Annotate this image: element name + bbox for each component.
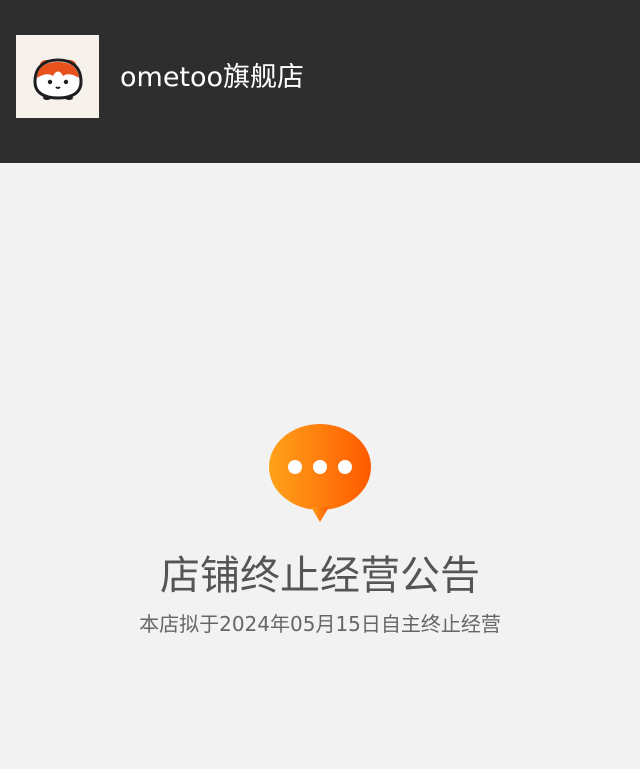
shop-name[interactable]: ometoo旗舰店 xyxy=(120,58,304,98)
notice-description: 本店拟于2024年05月15日自主终止经营 xyxy=(139,612,501,636)
guinea-pig-logo-icon xyxy=(32,57,83,100)
chat-bubble-dots-icon xyxy=(269,424,371,522)
shop-logo[interactable] xyxy=(16,35,99,118)
notice-title: 店铺终止经营公告 xyxy=(160,553,480,599)
shop-header: ometoo旗舰店 xyxy=(0,0,640,163)
